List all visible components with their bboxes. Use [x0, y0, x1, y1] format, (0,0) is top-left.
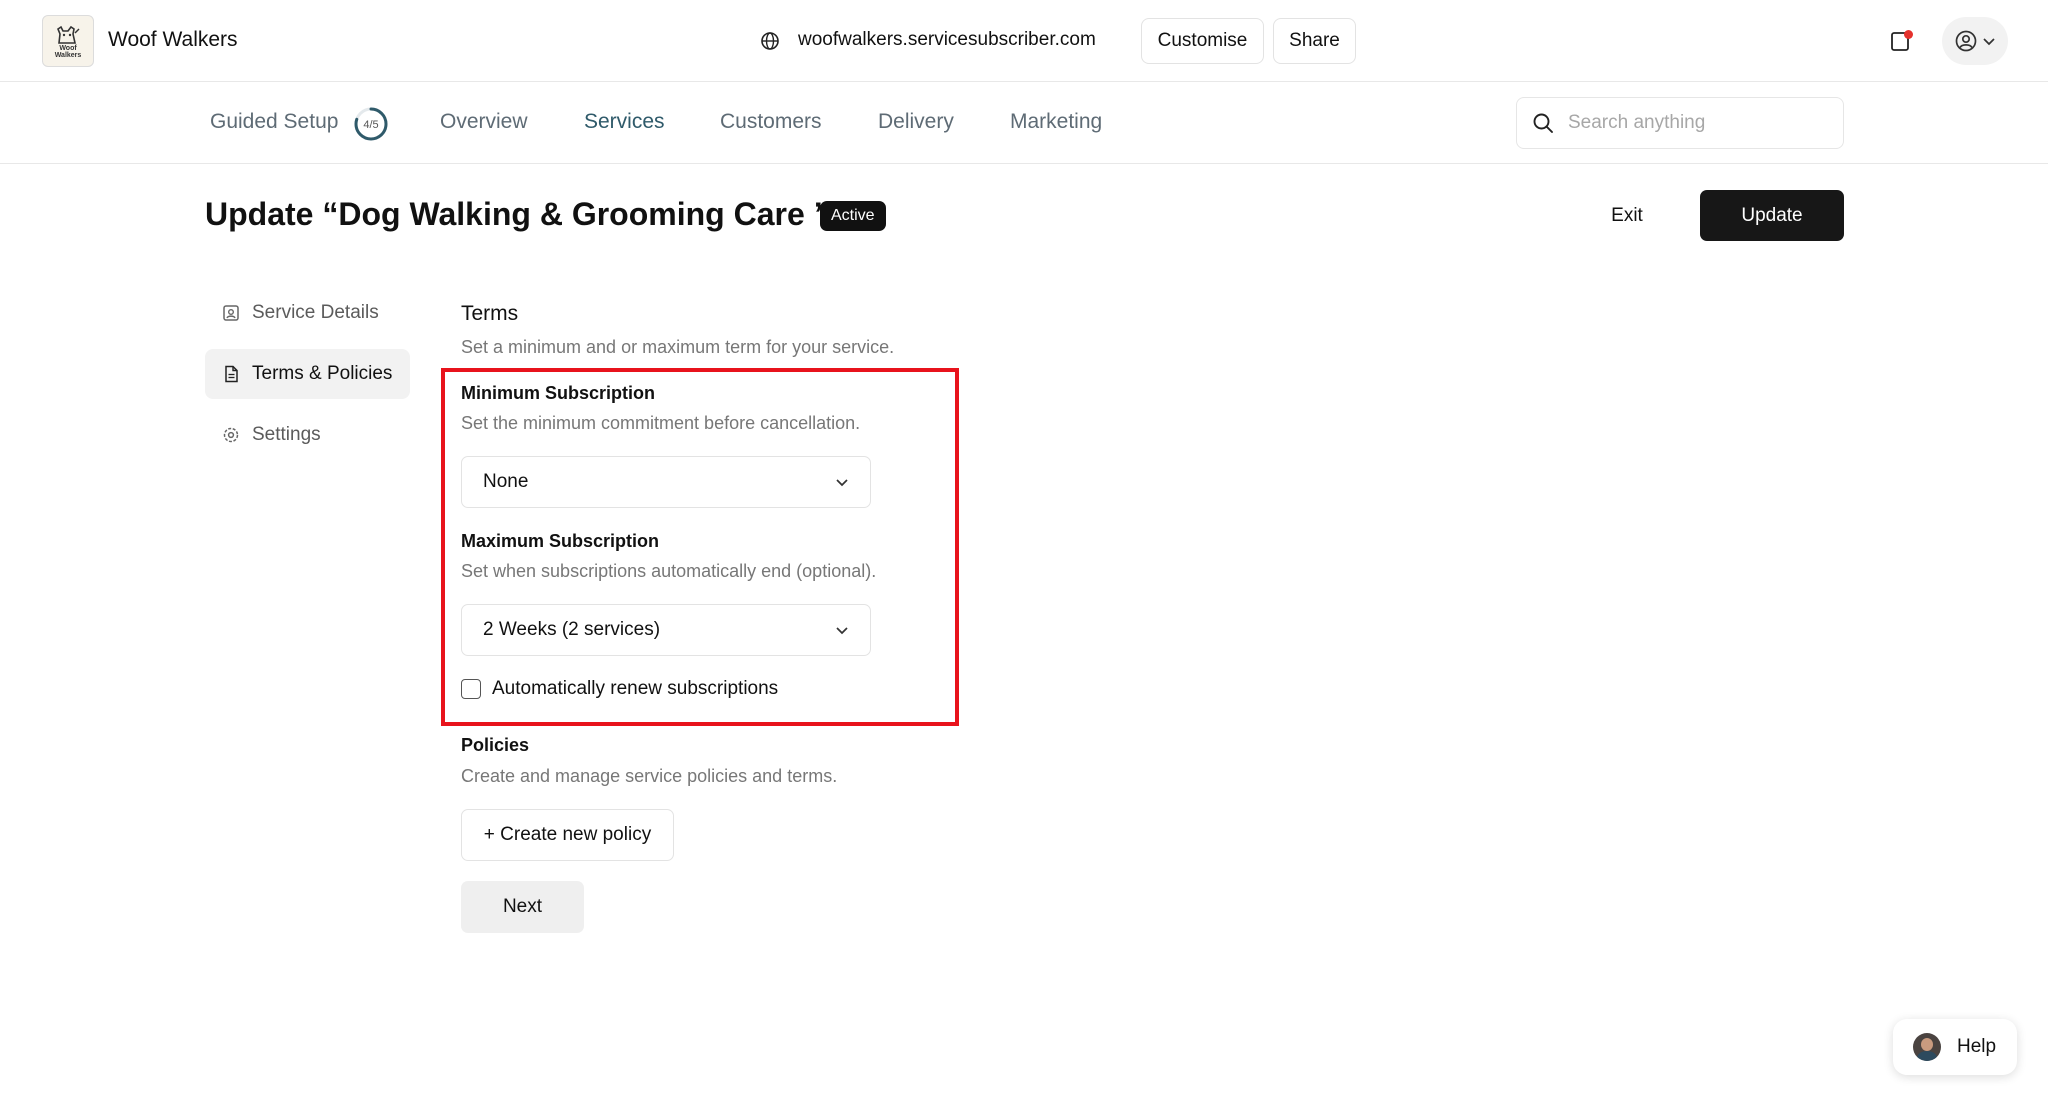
page-title: Update “Dog Walking & Grooming Care ”	[205, 196, 830, 232]
nav-delivery[interactable]: Delivery	[878, 110, 954, 134]
sidebar-item-label: Service Details	[252, 302, 379, 323]
globe-icon	[761, 32, 779, 50]
nav-customers[interactable]: Customers	[720, 110, 822, 134]
create-policy-button[interactable]: + Create new policy	[461, 809, 674, 861]
guided-setup-progress: 4/5	[353, 106, 389, 142]
sidebar-item-terms-policies[interactable]: Terms & Policies	[205, 349, 410, 399]
sidebar-item-label: Terms & Policies	[252, 363, 393, 384]
main-nav: Guided Setup 4/5 Overview Services Custo…	[0, 82, 2048, 164]
terms-subtitle: Set a minimum and or maximum term for yo…	[461, 337, 895, 357]
nav-marketing[interactable]: Marketing	[1010, 110, 1102, 134]
sidebar-item-settings[interactable]: Settings	[205, 410, 410, 460]
logo-text: Woof Walkers	[54, 45, 82, 59]
chevron-down-icon	[836, 479, 848, 487]
max-subscription-help: Set when subscriptions automatically end…	[461, 561, 877, 581]
policies-heading: Policies	[461, 735, 530, 755]
next-button[interactable]: Next	[461, 881, 584, 933]
dog-logo-icon	[57, 25, 80, 44]
min-subscription-label: Minimum Subscription	[461, 383, 656, 403]
user-square-icon	[222, 304, 240, 322]
sidebar-item-label: Settings	[252, 424, 321, 445]
search-input[interactable]	[1568, 112, 1818, 134]
guided-progress-text: 4/5	[363, 119, 378, 131]
site-domain-link[interactable]: woofwalkers.servicesubscriber.com	[798, 29, 1096, 51]
brand-name: Woof Walkers	[108, 28, 238, 51]
chevron-down-icon	[836, 627, 848, 635]
notification-dot	[1904, 30, 1913, 39]
customise-button[interactable]: Customise	[1141, 18, 1264, 64]
chevron-down-icon	[1983, 38, 1995, 46]
search-icon	[1533, 113, 1553, 133]
max-subscription-select[interactable]: 2 Weeks (2 services)	[461, 604, 871, 656]
status-badge: Active	[820, 201, 886, 231]
exit-button[interactable]: Exit	[1592, 190, 1662, 242]
terms-heading: Terms	[461, 302, 519, 325]
account-menu[interactable]	[1942, 17, 2008, 65]
brand-logo[interactable]: Woof Walkers	[42, 15, 94, 67]
auto-renew-label: Automatically renew subscriptions	[492, 678, 779, 699]
top-bar: Woof Walkers Woof Walkers woofwalkers.se…	[0, 0, 2048, 82]
min-subscription-help: Set the minimum commitment before cancel…	[461, 413, 861, 433]
document-icon	[222, 365, 240, 383]
max-subscription-value: 2 Weeks (2 services)	[483, 619, 661, 640]
avatar	[1913, 1033, 1941, 1061]
user-circle-icon	[1955, 30, 1977, 52]
help-label: Help	[1957, 1036, 1997, 1057]
gear-icon	[222, 426, 240, 444]
policies-subtitle: Create and manage service policies and t…	[461, 766, 838, 786]
min-subscription-select[interactable]: None	[461, 456, 871, 508]
sidebar-item-service-details[interactable]: Service Details	[205, 288, 410, 338]
search-box[interactable]	[1516, 97, 1844, 149]
update-button[interactable]: Update	[1700, 190, 1844, 241]
nav-guided-setup[interactable]: Guided Setup	[210, 110, 338, 134]
nav-overview[interactable]: Overview	[440, 110, 528, 134]
auto-renew-row[interactable]: Automatically renew subscriptions	[461, 678, 778, 700]
auto-renew-checkbox[interactable]	[461, 679, 481, 699]
max-subscription-label: Maximum Subscription	[461, 531, 660, 551]
share-button[interactable]: Share	[1273, 18, 1356, 64]
nav-services[interactable]: Services	[584, 110, 665, 134]
min-subscription-value: None	[483, 471, 529, 492]
help-button[interactable]: Help	[1893, 1019, 2017, 1075]
